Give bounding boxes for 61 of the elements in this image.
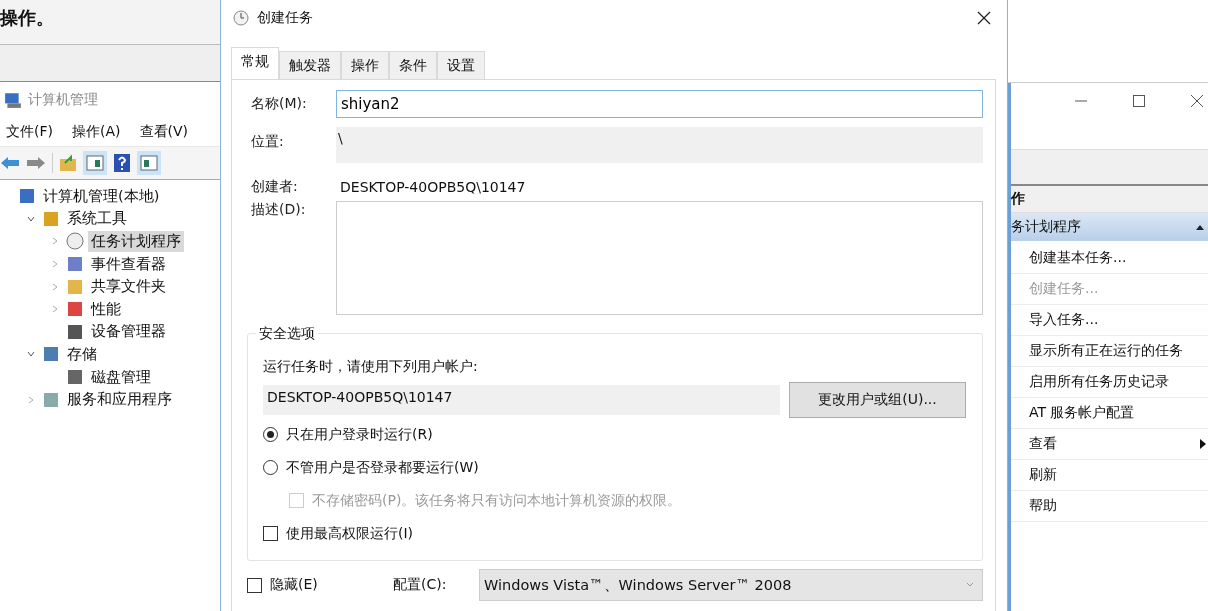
name-field[interactable]: shiyan2 — [336, 90, 983, 118]
tree-item[interactable]: 事件查看器 — [88, 253, 169, 275]
tree-item[interactable]: 计算机管理(本地) — [40, 185, 163, 207]
panel-icon[interactable] — [137, 151, 161, 175]
action-item[interactable]: 创建基本任务... — [1029, 249, 1127, 267]
field-label: 位置: — [251, 132, 285, 151]
back-icon[interactable] — [0, 155, 20, 171]
location-field: \ — [336, 127, 983, 163]
action-item[interactable]: 查看 — [1029, 435, 1057, 453]
action-item[interactable]: 刷新 — [1029, 466, 1057, 484]
forward-icon[interactable] — [26, 155, 46, 171]
tab[interactable]: 触发器 — [279, 51, 341, 79]
action-item[interactable]: 显示所有正在运行的任务 — [1029, 342, 1183, 360]
field-label: 配置(C): — [393, 576, 448, 594]
close-icon[interactable] — [977, 11, 991, 25]
account-field: DESKTOP-40OPB5Q\10147 — [263, 385, 780, 415]
option-label: 不存储密码(P)。该任务将只有访问本地计算机资源的权限。 — [312, 491, 682, 510]
dialog-title: 创建任务 — [257, 9, 313, 27]
checkbox[interactable] — [247, 577, 262, 593]
prompt-text: 操作。 — [0, 6, 54, 30]
field-label: 创建者: — [251, 178, 299, 196]
account-prompt: 运行任务时，请使用下列用户帐户: — [263, 358, 479, 376]
configure-dropdown[interactable]: Windows Vista™、Windows Server™ 2008 — [479, 569, 983, 601]
tree-item[interactable]: 磁盘管理 — [88, 366, 154, 388]
option-label: 隐藏(E) — [270, 576, 318, 594]
close-icon[interactable] — [1191, 95, 1203, 107]
menu-item[interactable]: 操作(A) — [72, 123, 121, 141]
field-label: 描述(D): — [251, 201, 307, 219]
group-title: 安全选项 — [256, 325, 318, 343]
action-item[interactable]: AT 服务帐户配置 — [1029, 404, 1135, 422]
tab[interactable]: 操作 — [341, 51, 389, 79]
author-value: DESKTOP-40OPB5Q\10147 — [339, 179, 526, 195]
tab[interactable]: 设置 — [437, 51, 485, 79]
tree-item[interactable]: 系统工具 — [64, 208, 130, 230]
option-label: 不管用户是否登录都要运行(W) — [286, 458, 479, 477]
option-label: 只在用户登录时运行(R) — [286, 425, 433, 444]
collapse-icon[interactable] — [1196, 224, 1204, 230]
tree-item[interactable]: 设备管理器 — [88, 321, 169, 343]
description-field[interactable] — [336, 201, 983, 315]
window-title: 计算机管理 — [28, 91, 98, 109]
menu-item[interactable]: 文件(F) — [6, 123, 53, 141]
menu-item[interactable]: 查看(V) — [139, 123, 188, 141]
field-label: 名称(M): — [251, 95, 308, 113]
tree-item[interactable]: 存储 — [64, 343, 100, 365]
tree-item[interactable]: 共享文件夹 — [88, 276, 169, 298]
action-item[interactable]: 导入任务... — [1029, 311, 1099, 329]
panel-icon[interactable] — [83, 151, 107, 175]
tab[interactable]: 条件 — [389, 51, 437, 79]
tab[interactable]: 常规 — [231, 47, 279, 79]
change-user-button[interactable]: 更改用户或组(U)... — [789, 382, 966, 418]
panel-header: 作 — [1011, 186, 1208, 213]
tree-item[interactable]: 任务计划程序 — [88, 231, 184, 252]
tree-item[interactable]: 性能 — [88, 298, 124, 320]
tree-item[interactable]: 服务和应用程序 — [64, 389, 175, 411]
checkbox[interactable] — [263, 526, 278, 541]
help-icon[interactable] — [113, 153, 131, 173]
section-header[interactable]: 务计划程序 — [1011, 213, 1208, 241]
option-label: 使用最高权限运行(I) — [286, 524, 414, 543]
action-item[interactable]: 帮助 — [1029, 497, 1057, 515]
maximize-icon[interactable] — [1133, 95, 1145, 107]
action-item[interactable]: 启用所有任务历史记录 — [1029, 373, 1169, 391]
